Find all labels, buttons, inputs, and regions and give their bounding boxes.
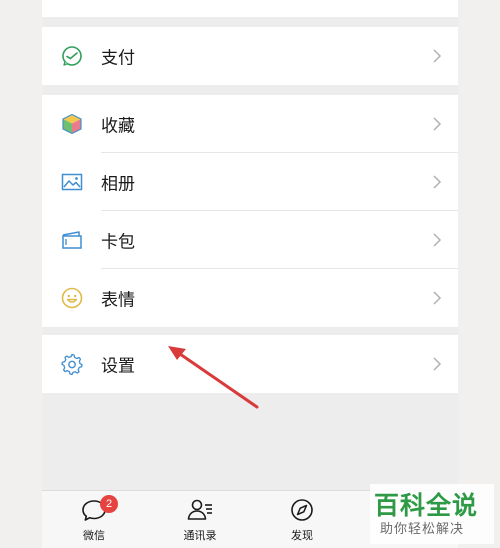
chevron-right-icon bbox=[430, 175, 444, 189]
menu-item-label: 设置 bbox=[101, 356, 135, 377]
chevron-right-icon bbox=[430, 233, 444, 247]
photo-icon bbox=[60, 170, 84, 194]
chevron-right-icon bbox=[430, 117, 444, 131]
menu-item-label: 收藏 bbox=[101, 116, 135, 137]
chevron-right-icon bbox=[430, 49, 444, 63]
menu-item-favorites[interactable]: 收藏 bbox=[42, 95, 458, 153]
top-group bbox=[42, 0, 458, 17]
chevron-right-icon bbox=[430, 291, 444, 305]
watermark-title: 百科全说 bbox=[374, 491, 479, 520]
phone-screen: 支付 收藏 相册 卡包 表情 设置 2 微信 通讯录 发现 bbox=[42, 0, 458, 548]
tab-label: 通讯录 bbox=[183, 529, 217, 542]
menu-item-label: 卡包 bbox=[101, 232, 135, 253]
tab-discover[interactable]: 发现 bbox=[262, 491, 342, 548]
watermark-badge: 百科全说 助你轻松解决 bbox=[370, 484, 494, 544]
menu-item-album[interactable]: 相册 bbox=[42, 153, 458, 211]
tab-label: 微信 bbox=[83, 529, 105, 542]
menu-item-cards[interactable]: 卡包 bbox=[42, 211, 458, 269]
menu-item-label: 支付 bbox=[101, 48, 135, 69]
smiley-icon bbox=[60, 286, 84, 310]
tab-contacts[interactable]: 通讯录 bbox=[160, 491, 240, 548]
tab-chats[interactable]: 2 微信 bbox=[54, 491, 134, 548]
contacts-icon bbox=[185, 497, 215, 523]
menu-item-label: 表情 bbox=[101, 290, 135, 311]
menu-item-pay[interactable]: 支付 bbox=[42, 27, 458, 85]
settings-group: 设置 bbox=[42, 335, 458, 393]
card-icon bbox=[60, 228, 84, 252]
gear-icon bbox=[60, 352, 84, 376]
pay-group: 支付 bbox=[42, 27, 458, 85]
cube-icon bbox=[60, 112, 84, 136]
tab-label: 发现 bbox=[291, 529, 313, 542]
watermark-subtitle: 助你轻松解决 bbox=[380, 522, 465, 537]
menu-item-label: 相册 bbox=[101, 174, 135, 195]
wallet-icon bbox=[60, 44, 84, 68]
menu-item-stickers[interactable]: 表情 bbox=[42, 269, 458, 327]
unread-badge: 2 bbox=[100, 495, 118, 513]
menu-item-settings[interactable]: 设置 bbox=[42, 335, 458, 393]
chevron-right-icon bbox=[430, 357, 444, 371]
compass-icon bbox=[287, 497, 317, 523]
tools-group: 收藏 相册 卡包 表情 bbox=[42, 95, 458, 327]
